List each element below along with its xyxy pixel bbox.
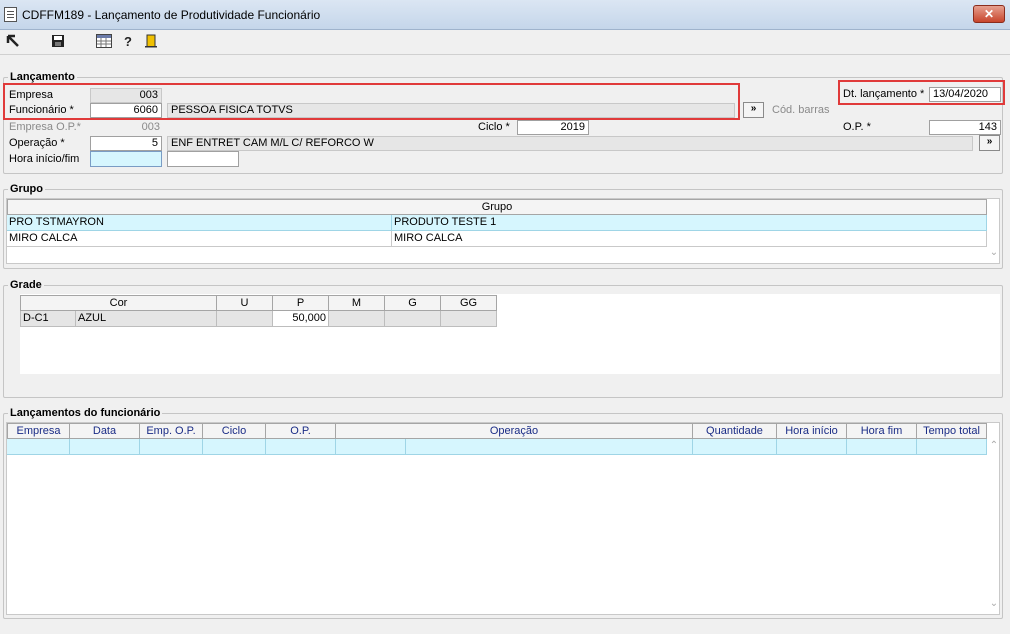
app-document-icon [4,7,17,22]
grade-cell-g[interactable] [385,311,441,327]
grade-header-cor[interactable]: Cor [20,295,217,311]
grade-header-p[interactable]: P [273,295,329,311]
grupo-row-2-code[interactable]: MIRO CALCA [7,231,392,247]
grade-header-g[interactable]: G [385,295,441,311]
lanc-row-cell[interactable] [777,439,847,455]
lanc-header-op[interactable]: O.P. [266,423,336,439]
lanc-header-operacao[interactable]: Operação [336,423,693,439]
lanc-row-cell[interactable] [693,439,777,455]
grupo-legend: Grupo [8,183,45,195]
grade-cell-m[interactable] [329,311,385,327]
lanc-row-cell[interactable] [70,439,140,455]
empresa-op-label: Empresa O.P.* [9,121,81,133]
ciclo-label: Ciclo * [478,121,510,133]
lanc-header-emp-op[interactable]: Emp. O.P. [140,423,203,439]
lanc-row-cell[interactable] [7,439,70,455]
lanc-scroll-up-icon[interactable]: ⌃ [987,440,1001,451]
lanc-row-cell[interactable] [140,439,203,455]
op-input[interactable]: 143 [929,120,1001,135]
lancamento-legend: Lançamento [8,71,77,83]
empresa-op-value: 003 [141,121,160,133]
lanc-row-cell[interactable] [203,439,266,455]
lanc-row-cell[interactable] [266,439,336,455]
operacao-desc-field: ENF ENTRET CAM M/L C/ REFORCO W [167,136,973,151]
help-icon[interactable]: ? [120,34,136,50]
grade-cell-p[interactable]: 50,000 [273,311,329,327]
grade-legend: Grade [8,279,44,291]
grade-header-u[interactable]: U [217,295,273,311]
highlight-box-employee [3,83,740,120]
hora-label: Hora início/fim [9,153,80,165]
lanc-header-empresa[interactable]: Empresa [7,423,70,439]
lanc-row-cell[interactable] [917,439,987,455]
save-icon[interactable] [50,34,66,50]
hora-inicio-input[interactable] [90,151,162,167]
grupo-row-1-code[interactable]: PRO TSTMAYRON [7,215,392,231]
door-exit-icon[interactable] [143,34,159,50]
grade-cell-gg[interactable] [441,311,497,327]
grade-header-gg[interactable]: GG [441,295,497,311]
grade-cell-code: D-C1 [20,311,76,327]
operacao-lookup-button[interactable]: » [979,135,1000,151]
hora-fim-input[interactable] [167,151,239,167]
lanc-row-cell[interactable] [847,439,917,455]
grupo-scroll-down-icon[interactable]: ⌄ [987,247,1001,258]
cod-barras-label: Cód. barras [772,104,830,116]
close-button[interactable]: ✕ [973,5,1005,23]
funcionario-lookup-button[interactable]: » [743,102,764,118]
lanc-row-cell[interactable] [336,439,406,455]
op-label: O.P. * [843,121,871,133]
lanc-header-tempo-total[interactable]: Tempo total [917,423,987,439]
grade-cell-cor: AZUL [76,311,217,327]
lanc-header-ciclo[interactable]: Ciclo [203,423,266,439]
calculator-icon[interactable] [96,34,112,50]
lancamentos-legend: Lançamentos do funcionário [8,407,163,419]
operacao-label: Operação * [9,137,65,149]
lanc-header-hora-inicio[interactable]: Hora início [777,423,847,439]
operacao-code-input[interactable]: 5 [90,136,162,151]
ciclo-input[interactable]: 2019 [517,120,589,135]
lanc-header-quantidade[interactable]: Quantidade [693,423,777,439]
grupo-row-1-desc[interactable]: PRODUTO TESTE 1 [392,215,987,231]
exit-icon[interactable] [5,34,21,50]
lanc-row-cell[interactable] [406,439,693,455]
lanc-header-data[interactable]: Data [70,423,140,439]
grade-header-m[interactable]: M [329,295,385,311]
window-title: CDFFM189 - Lançamento de Produtividade F… [22,8,321,22]
grupo-column-header[interactable]: Grupo [7,199,987,215]
highlight-box-date [838,80,1005,105]
lanc-scroll-down-icon[interactable]: ⌄ [987,598,1001,609]
lanc-header-hora-fim[interactable]: Hora fim [847,423,917,439]
grupo-row-2-desc[interactable]: MIRO CALCA [392,231,987,247]
grade-cell-u[interactable] [217,311,273,327]
